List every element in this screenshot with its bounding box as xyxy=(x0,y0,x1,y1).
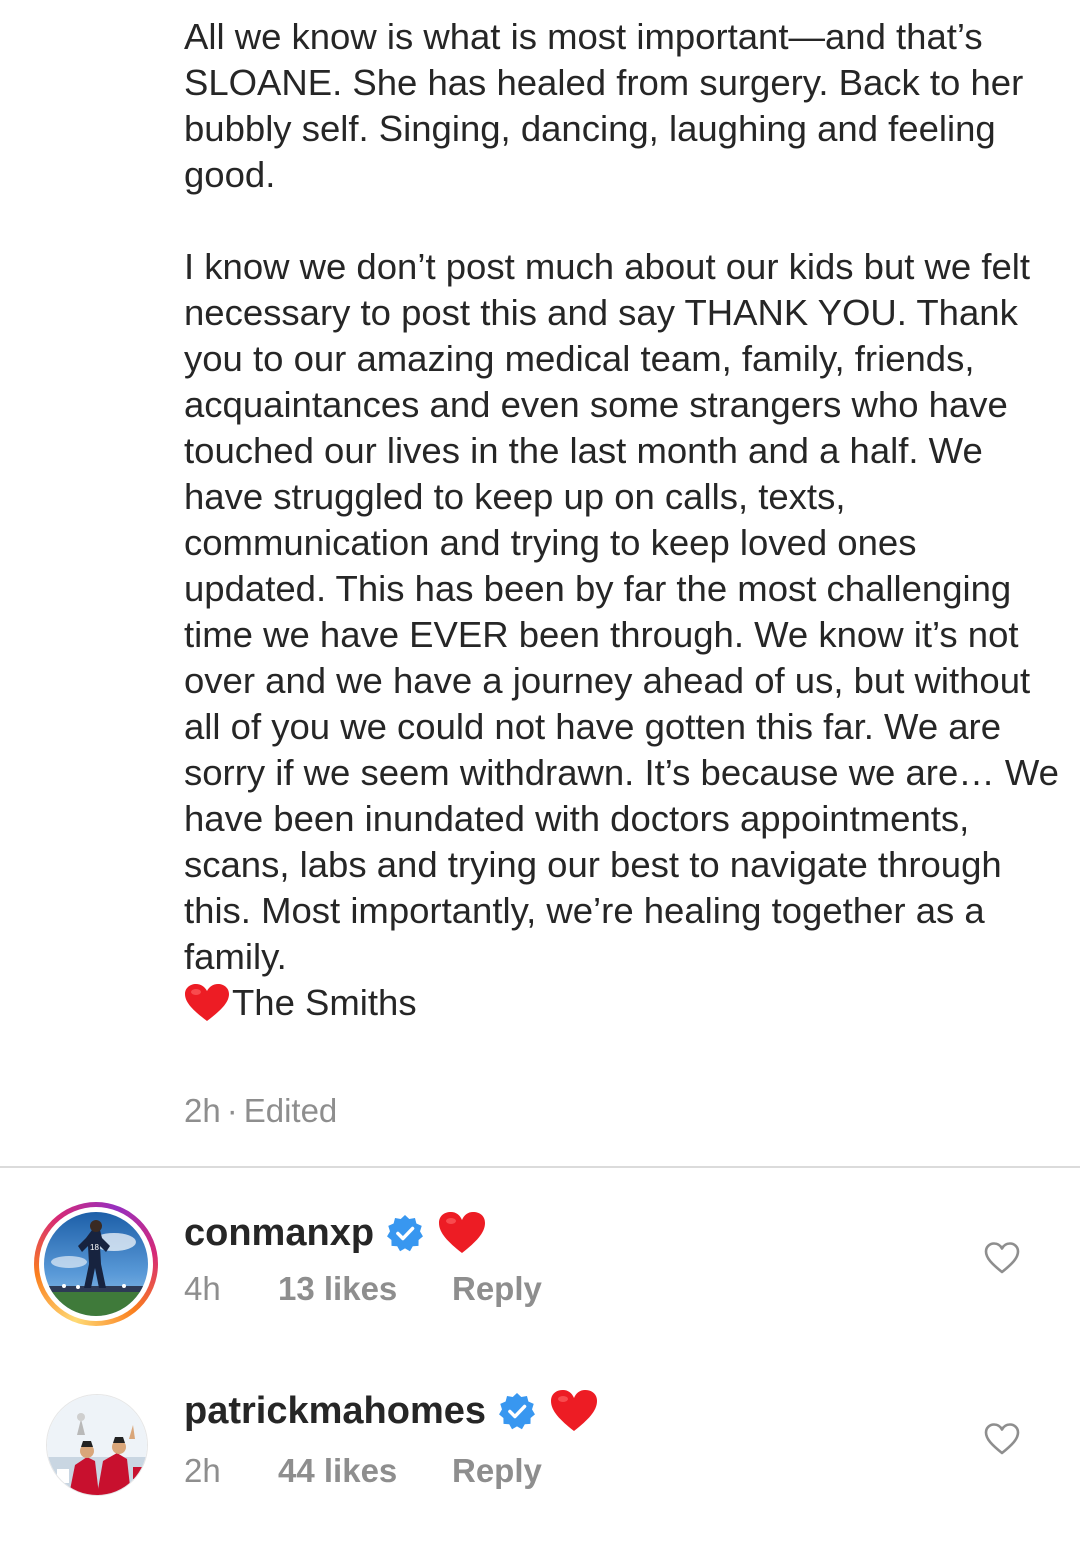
caption-signoff: The Smiths xyxy=(184,980,1064,1026)
comment-header: patrickmahomes xyxy=(184,1386,598,1436)
red-heart-emoji-icon xyxy=(551,1390,598,1431)
comment-actions: 2h 44 likes Reply xyxy=(184,1452,542,1490)
divider xyxy=(0,1166,1080,1168)
signoff-text: The Smiths xyxy=(232,982,417,1023)
red-heart-emoji-icon xyxy=(185,984,229,1021)
heart-outline-icon[interactable] xyxy=(984,1422,1020,1456)
avatar: 18 xyxy=(44,1212,148,1316)
reply-button[interactable]: Reply xyxy=(452,1452,542,1490)
post-caption: All we know is what is most important—an… xyxy=(184,14,1064,1026)
caption-paragraph-1: All we know is what is most important—an… xyxy=(184,16,1024,195)
meta-separator: · xyxy=(226,1092,238,1129)
caption-paragraph-2: I know we don’t post much about our kids… xyxy=(184,246,1059,977)
avatar[interactable] xyxy=(46,1394,148,1496)
reply-button[interactable]: Reply xyxy=(452,1270,542,1308)
comment-time: 2h xyxy=(184,1452,221,1489)
avatar-story-ring[interactable]: 18 xyxy=(34,1202,158,1326)
post-meta: 2h · Edited xyxy=(184,1092,337,1130)
comment-time: 4h xyxy=(184,1270,221,1307)
verified-badge-icon xyxy=(499,1392,535,1430)
comment-header: conmanxp xyxy=(184,1208,486,1258)
post-time: 2h xyxy=(184,1092,221,1129)
heart-outline-icon[interactable] xyxy=(984,1241,1020,1275)
comment-likes[interactable]: 44 likes xyxy=(278,1452,452,1490)
edited-label: Edited xyxy=(243,1092,338,1129)
comment-likes[interactable]: 13 likes xyxy=(278,1270,452,1308)
svg-text:18: 18 xyxy=(90,1243,99,1252)
comment-username[interactable]: conmanxp xyxy=(184,1212,374,1255)
red-heart-emoji-icon xyxy=(439,1212,486,1253)
verified-badge-icon xyxy=(387,1214,424,1252)
comment-actions: 4h 13 likes Reply xyxy=(184,1270,542,1308)
comment-username[interactable]: patrickmahomes xyxy=(184,1390,486,1433)
